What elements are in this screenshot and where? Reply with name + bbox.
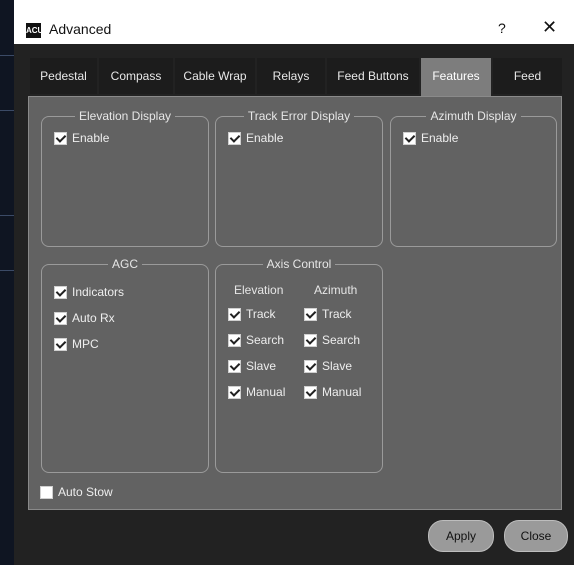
app-icon: ACU [26, 23, 43, 38]
checkbox-label: Manual [322, 385, 362, 399]
background-line [0, 215, 14, 216]
azimuth-column-header: Azimuth [314, 283, 358, 297]
checkbox-checked-icon [54, 337, 67, 351]
checkbox-label: Search [322, 333, 361, 347]
checkbox-checked-icon [304, 333, 317, 347]
checkbox-label: MPC [72, 337, 99, 351]
agc-mpc-checkbox[interactable]: MPC [54, 337, 99, 351]
checkbox-label: Auto Rx [72, 311, 115, 325]
title-bar: ACU Advanced ? ✕ [14, 0, 574, 44]
elevation-slave-checkbox[interactable]: Slave [228, 359, 276, 373]
azimuth-display-title: Azimuth Display [430, 109, 517, 123]
close-button[interactable]: Close [504, 520, 568, 552]
axis-control-title: Axis Control [266, 257, 332, 271]
agc-indicators-checkbox[interactable]: Indicators [54, 285, 124, 299]
checkbox-label: Search [246, 333, 285, 347]
checkbox-label: Slave [246, 359, 277, 373]
close-window-button[interactable]: ✕ [542, 17, 557, 38]
azimuth-track-checkbox[interactable]: Track [304, 307, 352, 321]
azimuth-manual-checkbox[interactable]: Manual [304, 385, 361, 399]
checkbox-label: Manual [246, 385, 286, 399]
checkbox-unchecked-icon [40, 485, 53, 499]
apply-button[interactable]: Apply [428, 520, 494, 552]
elevation-column-header: Elevation [234, 283, 284, 297]
elevation-display-title: Elevation Display [78, 109, 172, 123]
window-title: Advanced [49, 21, 112, 37]
elevation-search-checkbox[interactable]: Search [228, 333, 284, 347]
tab-feed[interactable]: Feed [493, 58, 562, 94]
checkbox-label: Indicators [72, 285, 125, 299]
checkbox-label: Auto Stow [58, 485, 113, 499]
background-line [0, 55, 14, 56]
checkbox-checked-icon [228, 307, 241, 321]
help-button[interactable]: ? [498, 20, 506, 36]
axis-control-group: Axis Control Elevation Azimuth Track Sea… [215, 257, 383, 473]
tab-features[interactable]: Features [421, 58, 491, 96]
background-window-edge [0, 0, 14, 565]
checkbox-checked-icon [54, 285, 67, 299]
checkbox-checked-icon [304, 385, 317, 399]
checkbox-label: Enable [246, 131, 284, 145]
checkbox-label: Enable [421, 131, 459, 145]
elevation-manual-checkbox[interactable]: Manual [228, 385, 285, 399]
checkbox-checked-icon [228, 359, 241, 373]
azimuth-display-group: Azimuth Display Enable [390, 109, 557, 247]
azimuth-display-enable-checkbox[interactable]: Enable [403, 131, 458, 145]
checkbox-checked-icon [304, 359, 317, 373]
track-error-display-group: Track Error Display Enable [215, 109, 383, 247]
elevation-display-group: Elevation Display Enable [41, 109, 209, 247]
checkbox-checked-icon [304, 307, 317, 321]
checkbox-checked-icon [403, 131, 416, 145]
track-error-display-enable-checkbox[interactable]: Enable [228, 131, 283, 145]
checkbox-checked-icon [228, 385, 241, 399]
tab-compass[interactable]: Compass [99, 58, 173, 94]
agc-auto-rx-checkbox[interactable]: Auto Rx [54, 311, 115, 325]
tab-relays[interactable]: Relays [257, 58, 325, 94]
tab-pedestal[interactable]: Pedestal [30, 58, 97, 94]
track-error-display-title: Track Error Display [247, 109, 351, 123]
advanced-dialog: ACU Advanced ? ✕ Pedestal Compass Cable … [14, 0, 574, 565]
elevation-track-checkbox[interactable]: Track [228, 307, 276, 321]
azimuth-slave-checkbox[interactable]: Slave [304, 359, 352, 373]
checkbox-label: Track [246, 307, 276, 321]
azimuth-search-checkbox[interactable]: Search [304, 333, 360, 347]
tab-cable-wrap[interactable]: Cable Wrap [175, 58, 255, 94]
auto-stow-checkbox[interactable]: Auto Stow [40, 485, 113, 499]
agc-title: AGC [111, 257, 138, 271]
checkbox-checked-icon [228, 131, 241, 145]
checkbox-checked-icon [54, 311, 67, 325]
tab-feed-buttons[interactable]: Feed Buttons [327, 58, 419, 94]
background-line [0, 110, 14, 111]
checkbox-label: Enable [72, 131, 110, 145]
features-panel: Elevation Display Enable Track Error Dis… [28, 96, 562, 510]
agc-group: AGC Indicators Auto Rx MPC [41, 257, 209, 473]
checkbox-checked-icon [54, 131, 67, 145]
background-line [0, 270, 14, 271]
checkbox-label: Track [322, 307, 352, 321]
checkbox-checked-icon [228, 333, 241, 347]
checkbox-label: Slave [322, 359, 353, 373]
elevation-display-enable-checkbox[interactable]: Enable [54, 131, 109, 145]
